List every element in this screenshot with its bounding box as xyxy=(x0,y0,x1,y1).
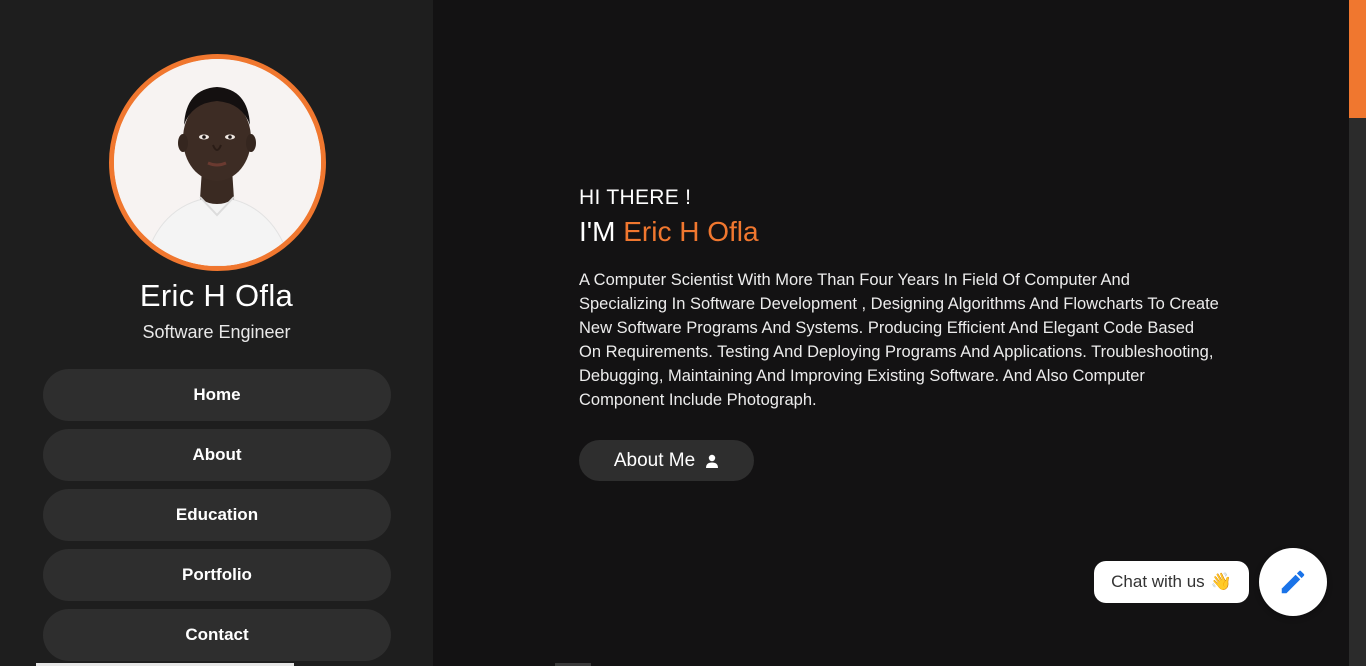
sidebar: Eric H Ofla Software Engineer Home About… xyxy=(0,0,433,666)
avatar xyxy=(109,54,326,271)
nav-item-about[interactable]: About xyxy=(43,429,391,481)
nav-item-education[interactable]: Education xyxy=(43,489,391,541)
nav-item-contact[interactable]: Contact xyxy=(43,609,391,661)
waving-hand-icon: 👋 xyxy=(1210,572,1232,591)
chat-label: Chat with us xyxy=(1111,572,1205,591)
pencil-icon xyxy=(1281,570,1305,594)
chat-with-us-bubble[interactable]: Chat with us 👋 xyxy=(1094,561,1249,603)
user-icon xyxy=(706,454,719,468)
about-me-label: About Me xyxy=(613,449,696,471)
profile-photo xyxy=(114,59,321,266)
sidebar-nav: Home About Education Portfolio Contact xyxy=(43,369,391,666)
about-me-button[interactable]: About Me xyxy=(579,440,754,481)
hero-intro: I'M Eric H Ofla xyxy=(579,216,759,248)
hero-greeting: HI THERE ! xyxy=(579,186,692,209)
hero-intro-prefix: I'M xyxy=(579,216,624,247)
page-scrollbar[interactable] xyxy=(1349,0,1366,666)
profile-role: Software Engineer xyxy=(142,322,291,342)
scrollbar-thumb[interactable] xyxy=(1349,0,1366,118)
profile-name: Eric H Ofla xyxy=(139,278,294,313)
hero-intro-name: Eric H Ofla xyxy=(623,216,759,247)
hero-bio: A Computer Scientist With More Than Four… xyxy=(579,271,1219,409)
nav-item-portfolio[interactable]: Portfolio xyxy=(43,549,391,601)
chat-open-button[interactable] xyxy=(1259,548,1327,616)
nav-item-home[interactable]: Home xyxy=(43,369,391,421)
